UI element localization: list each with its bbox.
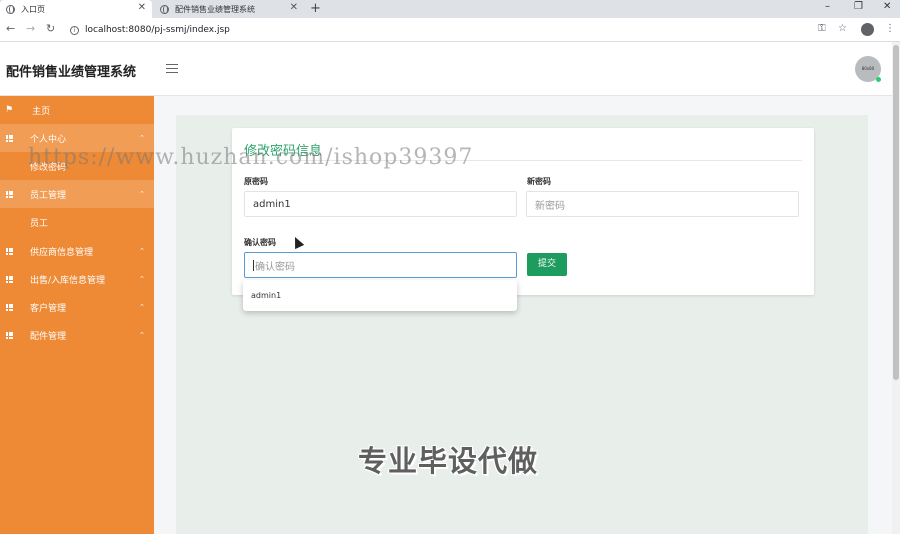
- sidebar-item-label: 个人中心: [30, 134, 67, 145]
- autocomplete-suggestion[interactable]: admin1: [243, 280, 517, 311]
- sidebar-item-label: 员工管理: [30, 190, 67, 201]
- sidebar-item-staff-management[interactable]: 员工管理 ⌃: [0, 180, 154, 208]
- chevron-up-icon: ⌃: [139, 275, 145, 283]
- address-bar: ← → ↻ i localhost:8080/pj-ssmj/index.jsp…: [0, 18, 900, 42]
- watermark-url: https://www.huzhan.com/ishop39397: [28, 145, 474, 170]
- sidebar-item-label: 客户管理: [30, 303, 67, 314]
- sidebar-item-stock-management[interactable]: 出售/入库信息管理 ⌃: [0, 265, 154, 293]
- confirm-password-field[interactable]: 确认密码: [244, 252, 517, 278]
- restore-button[interactable]: ❐: [854, 0, 863, 14]
- sidebar-item-label: 出售/入库信息管理: [30, 275, 106, 286]
- grid-icon: [6, 134, 13, 142]
- sidebar-item-parts-management[interactable]: 配件管理 ⌃: [0, 321, 154, 349]
- online-status-dot: [876, 77, 881, 82]
- confirm-password-label: 确认密码: [244, 238, 276, 247]
- text-cursor: [253, 259, 254, 271]
- chevron-up-icon: ⌃: [139, 190, 145, 198]
- grid-icon: [6, 303, 13, 311]
- forward-icon[interactable]: →: [26, 22, 35, 35]
- close-tab-icon[interactable]: ✕: [138, 2, 146, 13]
- globe-icon: [6, 4, 15, 14]
- back-icon[interactable]: ←: [6, 22, 15, 35]
- flag-icon: ⚑: [5, 105, 14, 115]
- grid-icon: [6, 331, 13, 339]
- browser-tab-bar: 入口页 ✕ 配件销售业绩管理系统 ✕ + – ❐ ✕: [0, 0, 900, 18]
- app-title: 配件销售业绩管理系统: [6, 65, 137, 80]
- grid-icon: [6, 247, 13, 255]
- sidebar-item-label: 主页: [32, 106, 51, 117]
- hamburger-menu-icon[interactable]: [166, 64, 178, 73]
- sidebar-subitem-staff[interactable]: 员工: [0, 208, 154, 236]
- sidebar-item-customer-management[interactable]: 客户管理 ⌃: [0, 293, 154, 321]
- grid-icon: [6, 190, 13, 198]
- url-field[interactable]: i localhost:8080/pj-ssmj/index.jsp: [64, 21, 864, 39]
- reload-icon[interactable]: ↻: [46, 22, 55, 35]
- sidebar-item-label: 供应商信息管理: [30, 247, 94, 258]
- grid-icon: [6, 275, 13, 283]
- browser-tab-system[interactable]: 配件销售业绩管理系统 ✕: [154, 0, 304, 18]
- confirm-password-placeholder: 确认密码: [255, 261, 295, 273]
- browser-tab-entry[interactable]: 入口页 ✕: [0, 0, 152, 18]
- new-tab-button[interactable]: +: [310, 0, 321, 17]
- globe-icon: [160, 4, 169, 14]
- new-password-field[interactable]: 新密码: [526, 191, 799, 217]
- new-password-label: 新密码: [527, 177, 551, 186]
- watermark-promo: 专业毕设代做: [358, 444, 539, 478]
- minimize-button[interactable]: –: [825, 0, 830, 14]
- window-close-button[interactable]: ✕: [883, 0, 891, 14]
- chevron-up-icon: ⌃: [139, 134, 145, 142]
- tab-title: 配件销售业绩管理系统: [175, 4, 255, 14]
- more-menu-icon[interactable]: ⋮: [885, 23, 895, 34]
- old-password-field[interactable]: admin1: [244, 191, 517, 217]
- close-tab-icon[interactable]: ✕: [290, 2, 298, 13]
- key-icon[interactable]: ⚿: [818, 23, 826, 34]
- submit-button[interactable]: 提交: [527, 253, 567, 276]
- sidebar-item-label: 配件管理: [30, 331, 67, 342]
- chevron-up-icon: ⌃: [139, 247, 145, 255]
- old-password-label: 原密码: [244, 177, 268, 186]
- profile-icon[interactable]: [861, 23, 874, 36]
- url-text: localhost:8080/pj-ssmj/index.jsp: [85, 25, 230, 35]
- sidebar-item-supplier-management[interactable]: 供应商信息管理 ⌃: [0, 237, 154, 265]
- star-icon[interactable]: ☆: [838, 23, 847, 34]
- info-icon[interactable]: i: [70, 25, 79, 35]
- scrollbar-thumb[interactable]: [893, 45, 899, 380]
- chevron-up-icon: ⌃: [139, 303, 145, 311]
- sidebar-item-home[interactable]: ⚑ 主页: [0, 96, 154, 124]
- app-header: 配件销售业绩管理系统 80x80: [0, 42, 892, 96]
- tab-title: 入口页: [21, 4, 45, 14]
- chevron-up-icon: ⌃: [139, 331, 145, 339]
